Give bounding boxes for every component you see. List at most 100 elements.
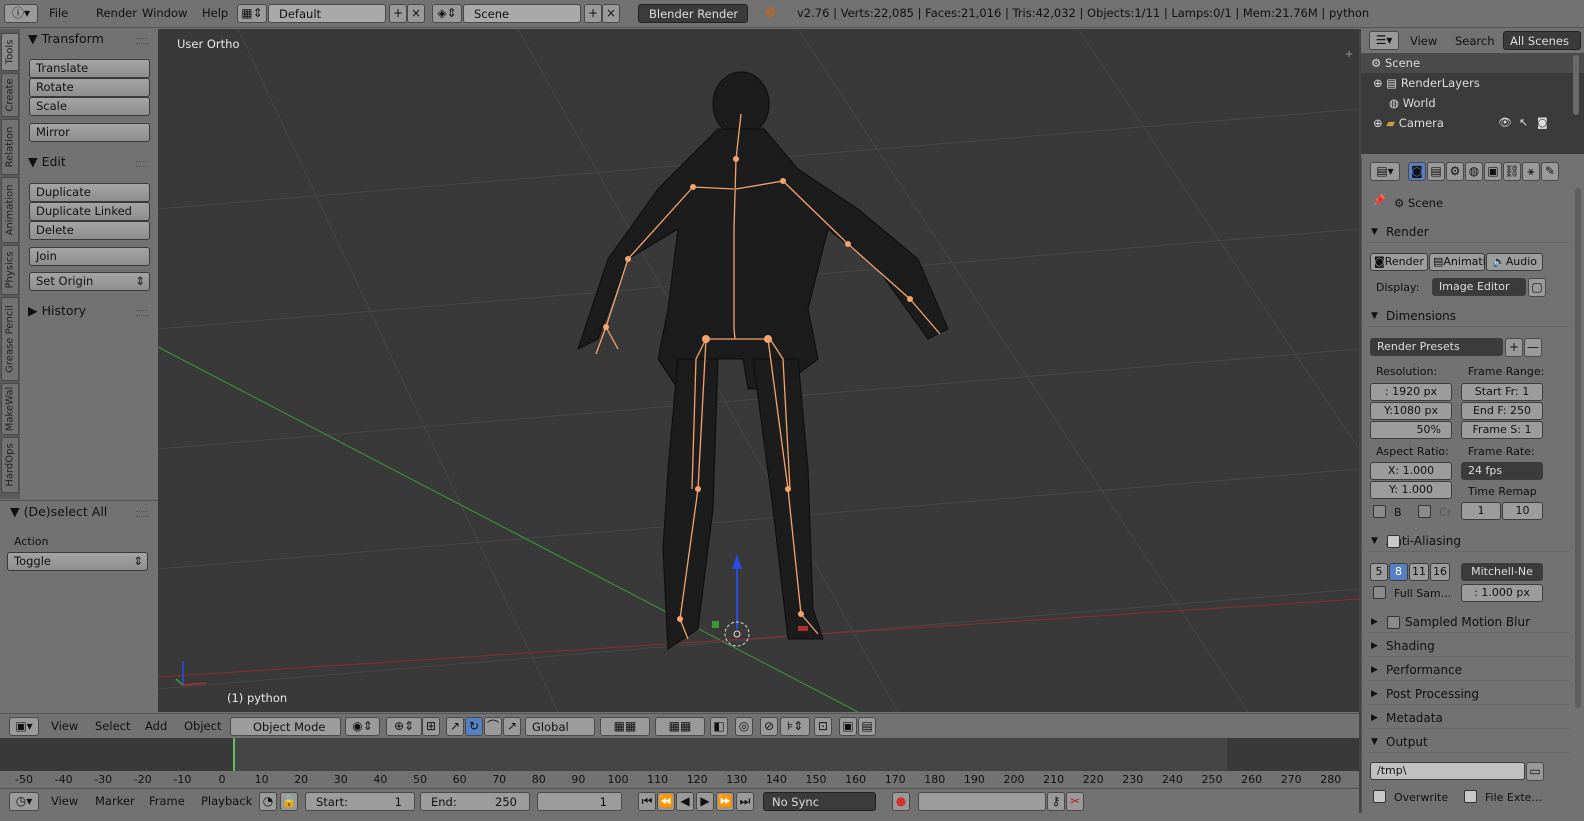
output-section-header[interactable]: ▼ Output: [1367, 731, 1570, 753]
end-frame-prop-field[interactable]: End F: 250: [1461, 402, 1543, 420]
menu-object[interactable]: Object: [184, 719, 221, 733]
manipulator-extra-icon[interactable]: ↗: [503, 717, 521, 736]
jump-start-icon[interactable]: ⏮: [638, 792, 656, 811]
editor-type-icon[interactable]: ▣▾: [9, 717, 39, 736]
remove-preset-icon[interactable]: —: [1524, 338, 1542, 357]
operator-header[interactable]: ▼ (De)select All: [10, 504, 107, 519]
constraints-context-icon[interactable]: ⛓: [1503, 162, 1521, 181]
y-manipulator-icon[interactable]: [712, 621, 719, 628]
properties-editor-icon[interactable]: ▤▾: [1370, 162, 1400, 181]
post-processing-section-header[interactable]: ▶ Post Processing: [1367, 683, 1570, 705]
panel-grip-icon[interactable]: [136, 38, 148, 44]
aa-samples-16[interactable]: 16: [1430, 563, 1450, 581]
3d-viewport[interactable]: User Ortho (1) python +: [158, 29, 1359, 712]
render-animation-icon[interactable]: ▤: [858, 717, 876, 736]
start-frame-field[interactable]: Start: 1: [305, 792, 415, 811]
rotate-button[interactable]: Rotate: [29, 78, 150, 97]
add-layout-icon[interactable]: +: [389, 4, 407, 23]
render-presets-dropdown[interactable]: Render Presets: [1370, 338, 1503, 356]
frame-ruler[interactable]: -50 -40 -30 -20 -10 0 10 20 30 40 50 60 70 80 90 100 110…: [0, 771, 1359, 788]
duplicate-linked-button[interactable]: Duplicate Linked: [29, 202, 150, 221]
expand-icon[interactable]: ⊕: [1373, 76, 1386, 90]
visibility-eye-icon[interactable]: 👁: [1498, 116, 1512, 129]
outliner-filter-dropdown[interactable]: All Scenes: [1503, 31, 1581, 50]
properties-scrollbar[interactable]: [1575, 188, 1581, 708]
panel-grip-icon[interactable]: [136, 310, 148, 316]
aspect-x-field[interactable]: X: 1.000: [1370, 462, 1452, 480]
delete-button[interactable]: Delete: [29, 221, 150, 240]
preview-range-icon[interactable]: ◔: [259, 792, 277, 811]
armature-context-icon[interactable]: ⚹: [1522, 162, 1540, 181]
translate-button[interactable]: Translate: [29, 59, 150, 78]
add-scene-icon[interactable]: +: [584, 4, 602, 23]
scene-field[interactable]: Scene: [463, 4, 581, 23]
outliner-editor-icon[interactable]: ☰▾: [1369, 31, 1399, 50]
tab-animation[interactable]: Animation: [1, 177, 19, 243]
aa-filter-dropdown[interactable]: Mitchell-Ne: [1461, 563, 1543, 581]
render-audio-button[interactable]: 🔈Audio: [1486, 253, 1543, 271]
aa-samples-8[interactable]: 8: [1389, 563, 1408, 581]
action-dropdown[interactable]: Toggle ⇕: [7, 552, 148, 571]
proportional-edit-icon[interactable]: ◎: [735, 717, 753, 736]
sync-mode-dropdown[interactable]: No Sync: [763, 792, 876, 811]
render-engine-dropdown[interactable]: Blender Render: [638, 4, 748, 23]
snap-element-icon[interactable]: ⊧⇕: [780, 717, 810, 736]
border-checkbox[interactable]: [1373, 505, 1386, 518]
end-frame-field[interactable]: End: 250: [420, 792, 530, 811]
tab-physics[interactable]: Physics: [1, 245, 19, 295]
manipulator-toggle-icon[interactable]: ⊞: [422, 717, 440, 736]
transform-orientation-dropdown[interactable]: Global: [525, 717, 595, 736]
z-arrow-icon[interactable]: [732, 554, 742, 569]
mode-dropdown[interactable]: Object Mode: [230, 717, 341, 736]
world-context-icon[interactable]: ◍: [1465, 162, 1483, 181]
duplicate-button[interactable]: Duplicate: [29, 183, 150, 202]
tab-grease-pencil[interactable]: Grease Pencil: [1, 297, 19, 381]
scale-manipulator-icon[interactable]: ⌒: [484, 717, 502, 736]
play-reverse-icon[interactable]: ◀: [676, 792, 694, 811]
screen-layout-icon[interactable]: ▦⇕: [237, 4, 267, 23]
set-origin-dropdown[interactable]: Set Origin ⇕: [29, 272, 150, 291]
timeline-menu-playback[interactable]: Playback: [201, 794, 252, 808]
outliner-item-scene[interactable]: ⚙ Scene: [1371, 56, 1420, 70]
file-extensions-checkbox[interactable]: [1464, 790, 1477, 803]
timeline-menu-frame[interactable]: Frame: [149, 794, 185, 808]
remap-new-field[interactable]: 10: [1502, 502, 1543, 520]
tab-hardops[interactable]: HardOps: [1, 437, 19, 493]
resolution-x-field[interactable]: : 1920 px: [1370, 383, 1452, 401]
outliner-item-camera[interactable]: ⊕ ▰ Camera: [1373, 116, 1444, 130]
insert-keyframe-icon[interactable]: ⚷: [1047, 792, 1065, 811]
data-context-icon[interactable]: ✎: [1541, 162, 1559, 181]
tab-relation[interactable]: Relation: [1, 119, 19, 175]
menu-view[interactable]: View: [51, 719, 78, 733]
aa-samples-5[interactable]: 5: [1370, 563, 1388, 581]
info-editor-icon[interactable]: ⓘ▾: [4, 4, 38, 23]
render-animation-button[interactable]: ▤Animati: [1429, 253, 1486, 271]
outliner-menu-view[interactable]: View: [1410, 34, 1437, 48]
metadata-section-header[interactable]: ▶ Metadata: [1367, 707, 1570, 729]
mirror-button[interactable]: Mirror: [29, 123, 150, 142]
panel-grip-icon[interactable]: [136, 511, 148, 517]
pivot-point-icon[interactable]: ⊕⇕: [386, 717, 422, 736]
resolution-percent-field[interactable]: 50%: [1370, 421, 1452, 439]
panel-grip-icon[interactable]: [136, 161, 148, 167]
file-browser-icon[interactable]: ▭: [1526, 762, 1544, 781]
start-frame-prop-field[interactable]: Start Fr: 1: [1461, 383, 1543, 401]
edit-panel-header[interactable]: ▼ Edit: [28, 154, 66, 169]
remap-old-field[interactable]: 1: [1461, 502, 1501, 520]
current-frame-marker[interactable]: [233, 738, 235, 772]
motion-blur-checkbox[interactable]: [1387, 616, 1400, 629]
translate-manipulator-icon[interactable]: ↗: [446, 717, 464, 736]
resolution-y-field[interactable]: Y:1080 px: [1370, 402, 1452, 420]
scene-context-icon[interactable]: ⚙: [1446, 162, 1464, 181]
tab-makewal[interactable]: MakeWal: [1, 383, 19, 435]
display-dropdown[interactable]: Image Editor: [1432, 278, 1526, 296]
rotate-manipulator-icon[interactable]: ↻: [465, 717, 483, 736]
dimensions-section-header[interactable]: ▼ Dimensions: [1367, 305, 1570, 327]
lock-layers-icon[interactable]: ◧: [710, 717, 728, 736]
snap-toggle-icon[interactable]: ⊘: [760, 717, 778, 736]
performance-section-header[interactable]: ▶ Performance: [1367, 659, 1570, 681]
expand-icon[interactable]: ⊕: [1373, 116, 1386, 130]
filter-size-field[interactable]: : 1.000 px: [1461, 584, 1543, 602]
output-path-field[interactable]: /tmp\: [1370, 762, 1525, 780]
anti-aliasing-checkbox[interactable]: [1387, 535, 1400, 548]
